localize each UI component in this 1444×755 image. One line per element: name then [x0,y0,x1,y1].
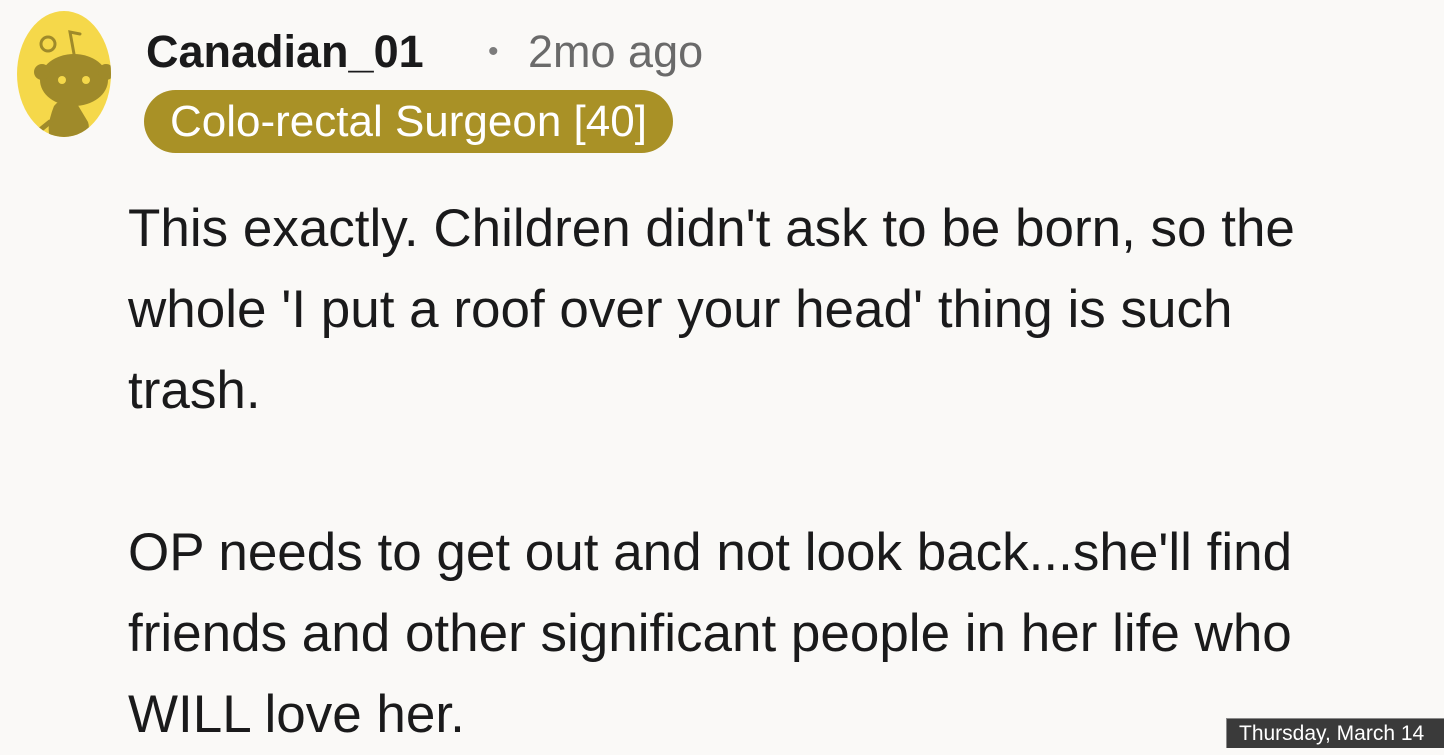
snoo-avatar-icon[interactable] [16,10,112,138]
comment-line: This exactly. Children didn't ask to be … [128,199,1295,258]
user-flair-badge: Colo-rectal Surgeon [40] [144,90,673,153]
comment-body: This exactly. Children didn't ask to be … [128,188,1428,755]
comment: Canadian_01 • 2mo ago Colo-rectal Surgeo… [0,0,1444,744]
comment-line: trash. [128,361,261,420]
comment-line: whole 'I put a roof over your head' thin… [128,280,1233,339]
username[interactable]: Canadian_01 [146,26,424,78]
timestamp[interactable]: 2mo ago [528,26,703,78]
comment-paragraph: This exactly. Children didn't ask to be … [128,188,1428,431]
meta-separator: • [488,35,499,68]
comment-line: OP needs to get out and not look back...… [128,523,1293,582]
comment-line: friends and other significant people in … [128,604,1292,663]
